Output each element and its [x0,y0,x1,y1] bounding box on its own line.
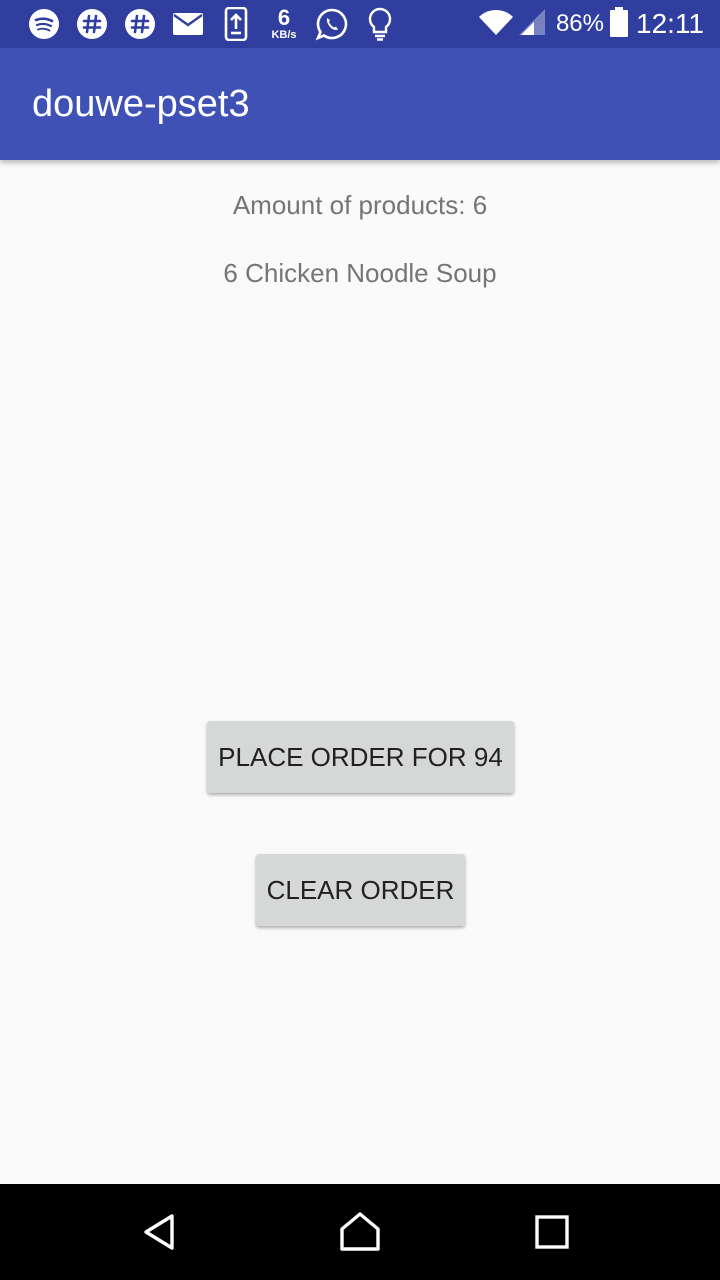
clock: 12:11 [636,8,704,39]
status-bar: 6 KB/s 86% 12:11 [0,0,720,48]
upload-icon [212,0,260,48]
mail-icon [164,0,212,48]
wifi-icon [478,8,514,41]
system-status: 86% 12:11 [478,0,704,48]
navigation-bar [0,1184,720,1280]
lightbulb-icon [356,0,404,48]
slack-icon [68,0,116,48]
home-icon[interactable] [332,1204,388,1260]
screen: 6 KB/s 86% 12:11 douwe-pset3 Amount of p… [0,0,720,1280]
slack-icon [116,0,164,48]
recents-icon[interactable] [524,1204,580,1260]
order-item[interactable]: 6 Chicken Noodle Soup [0,258,720,289]
battery-icon [610,6,628,42]
amount-of-products-text: Amount of products: 6 [232,190,488,220]
signal-icon [518,8,546,41]
amount-of-products: Amount of products: 6 [0,190,720,221]
notification-icons: 6 KB/s [20,0,404,48]
network-speed-unit: KB/s [271,29,297,41]
order-list: 6 Chicken Noodle Soup [0,258,720,289]
back-icon[interactable] [132,1204,188,1260]
whatsapp-icon [308,0,356,48]
battery-percent: 86% [555,10,604,37]
app-title: douwe-pset3 [32,83,250,125]
place-order-button[interactable]: PLACE ORDER FOR 94 [207,721,514,793]
spotify-icon [20,0,68,48]
app-bar: douwe-pset3 [0,48,720,160]
clear-order-button[interactable]: CLEAR ORDER [256,854,465,926]
network-speed: 6 KB/s [260,0,308,48]
network-speed-value: 6 [277,5,291,30]
